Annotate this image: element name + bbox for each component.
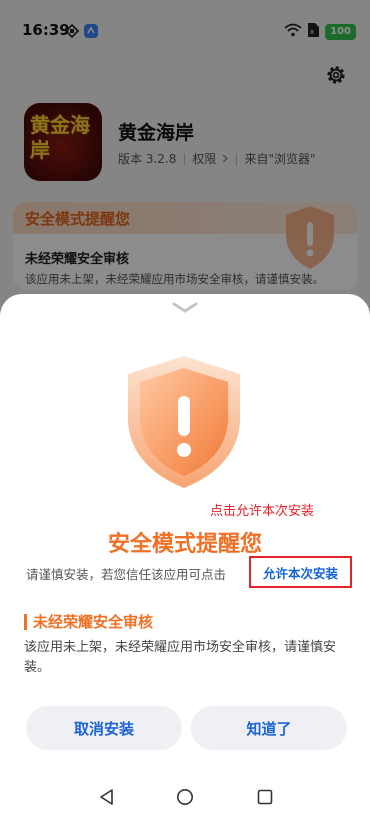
- section-description: 该应用未上架，未经荣耀应用市场安全审核，请谨慎安装。: [24, 640, 337, 675]
- recents-icon[interactable]: [256, 788, 274, 810]
- got-it-button[interactable]: 知道了: [191, 706, 347, 750]
- navigation-bar: [0, 768, 370, 823]
- home-icon[interactable]: [176, 788, 194, 810]
- sheet-title: 安全模式提醒您: [107, 532, 262, 557]
- allow-once-link[interactable]: 允许本次安装: [249, 556, 352, 588]
- back-icon[interactable]: [98, 788, 116, 810]
- chevron-down-icon[interactable]: [171, 300, 199, 319]
- shield-warning-icon: [118, 352, 250, 496]
- section-title: 未经荣耀安全审核: [24, 614, 153, 630]
- sheet-description: 请谨慎安装，若您信任该应用可点击: [26, 567, 227, 582]
- cancel-install-button[interactable]: 取消安装: [26, 706, 182, 750]
- safe-mode-sheet: 点击允许本次安装 安全模式提醒您 请谨慎安装，若您信任该应用可点击 允许本次安装…: [0, 294, 370, 823]
- instruction-annotation: 点击允许本次安装: [210, 504, 315, 519]
